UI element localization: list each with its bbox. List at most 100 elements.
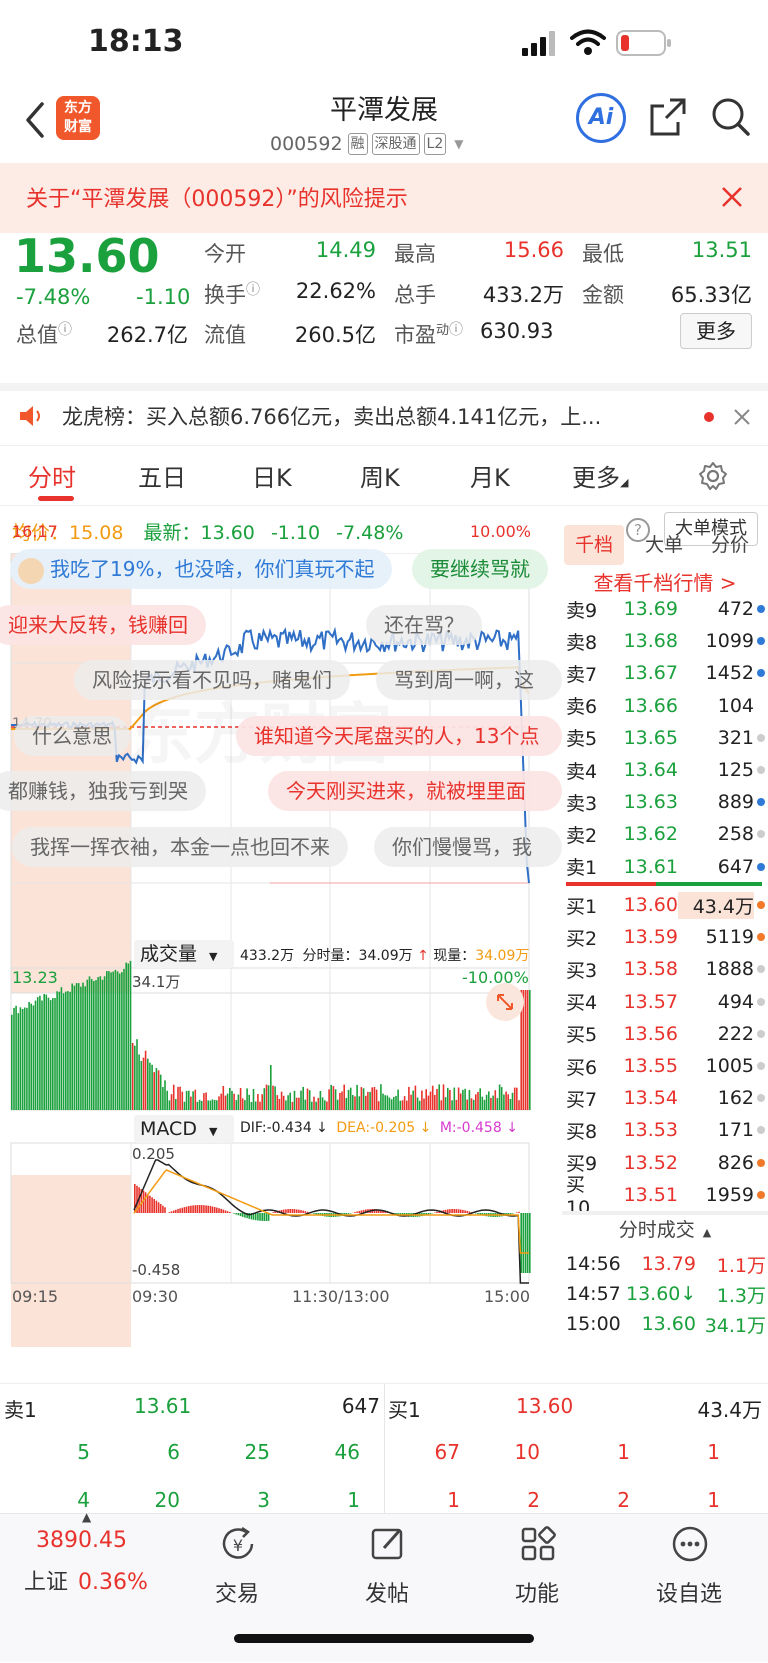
bid-row[interactable]: 买613.551005 [566, 1050, 766, 1082]
ai-button[interactable]: Ai [576, 93, 626, 143]
volume-bar [488, 1091, 490, 1110]
level-price: 13.56 [602, 1023, 678, 1045]
macd-bar [173, 1211, 175, 1214]
macd-bar [287, 1209, 289, 1213]
tab-fenshi[interactable]: 分时 [28, 458, 76, 493]
danmu-item[interactable]: 什么意思 [14, 716, 130, 756]
volume-bar [136, 1039, 138, 1110]
book-tab-dadan[interactable]: 大单 [634, 525, 694, 565]
danmu-item[interactable]: 风险提示看不见吗，赌鬼们 [74, 660, 350, 700]
danmu-item[interactable]: 要继续骂就 [412, 549, 548, 589]
level-volume: 1959 [678, 1184, 754, 1206]
search-icon[interactable] [710, 96, 752, 138]
danmu-item[interactable]: 我吃了19%，也没啥，你们真玩不起 [10, 549, 392, 589]
ask-row[interactable]: 卖713.671452 [566, 657, 766, 689]
tab-daily-k[interactable]: 日K [252, 458, 292, 493]
ask-row[interactable]: 卖813.681099 [566, 625, 766, 657]
amount-value: 65.33亿 [652, 279, 752, 309]
view-full-book-link[interactable]: 查看千档行情 > [562, 567, 768, 596]
volume-bar [160, 1075, 162, 1110]
tab-weekly-k[interactable]: 周K [360, 458, 400, 493]
volume-bar [417, 1098, 419, 1111]
lhb-ticker[interactable]: 龙虎榜：买入总额6.766亿元，卖出总额4.141亿元，上... [0, 383, 768, 443]
high-value: 15.66 [464, 238, 564, 262]
ticks-title[interactable]: 分时成交▲ [562, 1215, 768, 1242]
tick-volume: 34.1万 [696, 1311, 766, 1338]
ask-row[interactable]: 卖113.61647 [566, 851, 766, 883]
volume-bar [397, 1090, 399, 1110]
risk-banner[interactable]: 关于“平潭发展（000592）”的风险提示 [0, 163, 768, 233]
volume-bar [378, 1101, 380, 1110]
volume-bar [149, 1063, 151, 1110]
tab-5day[interactable]: 五日 [138, 458, 186, 493]
close-icon[interactable] [732, 407, 752, 427]
macd-bar [207, 1206, 209, 1213]
macd-bar [164, 1207, 166, 1213]
bid-row[interactable]: 买413.57494 [566, 986, 766, 1018]
macd-bar [220, 1209, 222, 1213]
nav-watchlist[interactable]: 设自选 [624, 1514, 754, 1663]
info-icon[interactable]: ⓘ [246, 282, 260, 298]
ask-row[interactable]: 卖913.69472 [566, 593, 766, 625]
volume-bar [292, 1102, 294, 1110]
bid-row[interactable]: 买113.6043.4万 [566, 889, 766, 921]
expand-icon[interactable] [486, 983, 524, 1021]
level-dot [757, 1094, 765, 1102]
change-value: -1.10 [136, 285, 190, 309]
volume-bar [322, 1097, 324, 1110]
info-icon[interactable]: ⓘ [449, 322, 463, 338]
bid-row[interactable]: 买213.595119 [566, 921, 766, 953]
bid-row[interactable]: 买313.581888 [566, 953, 766, 985]
volume-bar [199, 1100, 201, 1110]
share-icon[interactable] [648, 96, 688, 138]
index-quote[interactable]: ▲ 3890.45 上证0.36% [10, 1514, 150, 1663]
macd-indicator-select[interactable]: MACD▼ [134, 1115, 234, 1143]
tab-monthly-k[interactable]: 月K [470, 458, 510, 493]
bid-row[interactable]: 买813.53171 [566, 1114, 766, 1146]
ask-row[interactable]: 卖313.63889 [566, 786, 766, 818]
volume-bar [270, 1065, 272, 1110]
close-icon[interactable] [720, 185, 744, 209]
queue-volume: 2 [480, 1488, 540, 1512]
bid-row[interactable]: 买713.54162 [566, 1082, 766, 1114]
danmu-item[interactable]: 我挥一挥衣袖，本金一点也回不来 [12, 827, 348, 867]
danmu-item[interactable]: 都赚钱，独我亏到哭 [0, 771, 206, 811]
volume-bar [382, 1094, 384, 1110]
danmu-item[interactable]: 还在骂？ [366, 605, 482, 645]
danmu-item[interactable]: 谁知道今天尾盘买的人，13个点 [236, 716, 562, 756]
macd-bar [203, 1205, 205, 1213]
volume-bar [289, 1093, 291, 1110]
tag-rong: 融 [348, 133, 368, 155]
volume-bar [490, 1098, 492, 1110]
bid-row[interactable]: 买513.56222 [566, 1018, 766, 1050]
danmu-item[interactable]: 你们慢慢骂，我 [374, 827, 562, 867]
info-icon[interactable]: ⓘ [58, 322, 72, 338]
level-price: 13.63 [602, 791, 678, 813]
volume-bar [52, 998, 54, 1110]
queue-volume: 3 [210, 1488, 270, 1512]
volume-bar [406, 1101, 408, 1110]
settings-gear-icon[interactable] [698, 461, 728, 491]
volume-indicator-select[interactable]: 成交量▼ [134, 940, 234, 968]
danmu-item[interactable]: 今天刚买进来，就被埋里面 [268, 771, 562, 811]
book-tab-qiandang[interactable]: 千档 [564, 525, 624, 565]
more-button[interactable]: 更多 [680, 313, 752, 349]
ask-row[interactable]: 卖513.65321 [566, 722, 766, 754]
macd-bar [190, 1206, 192, 1213]
ask-row[interactable]: 卖613.66104 [566, 690, 766, 722]
ask-row[interactable]: 卖413.64125 [566, 754, 766, 786]
intraday-chart[interactable]: 东方财富 [0, 553, 562, 1383]
bid-row[interactable]: 买1013.511959 [566, 1179, 766, 1211]
volume-bar [89, 976, 91, 1110]
book-tab-fenjia[interactable]: 分价 [700, 525, 760, 565]
stock-code-row[interactable]: 000592 融 深股通 L2 ▼ [270, 130, 510, 158]
volume-bar [24, 1008, 26, 1111]
macd-bar [430, 1213, 432, 1214]
danmu-item[interactable]: 迎来大反转，钱赚回 [0, 605, 206, 645]
tab-more[interactable]: 更多◢ [572, 458, 628, 493]
avg-summary: 均价：15.08 最新：13.60 -1.10 -7.48% [12, 518, 403, 545]
ask-row[interactable]: 卖213.62258 [566, 818, 766, 850]
danmu-item[interactable]: 骂到周一啊，这 [376, 660, 562, 700]
volume-bar [281, 1092, 283, 1110]
level-price: 13.62 [602, 823, 678, 845]
